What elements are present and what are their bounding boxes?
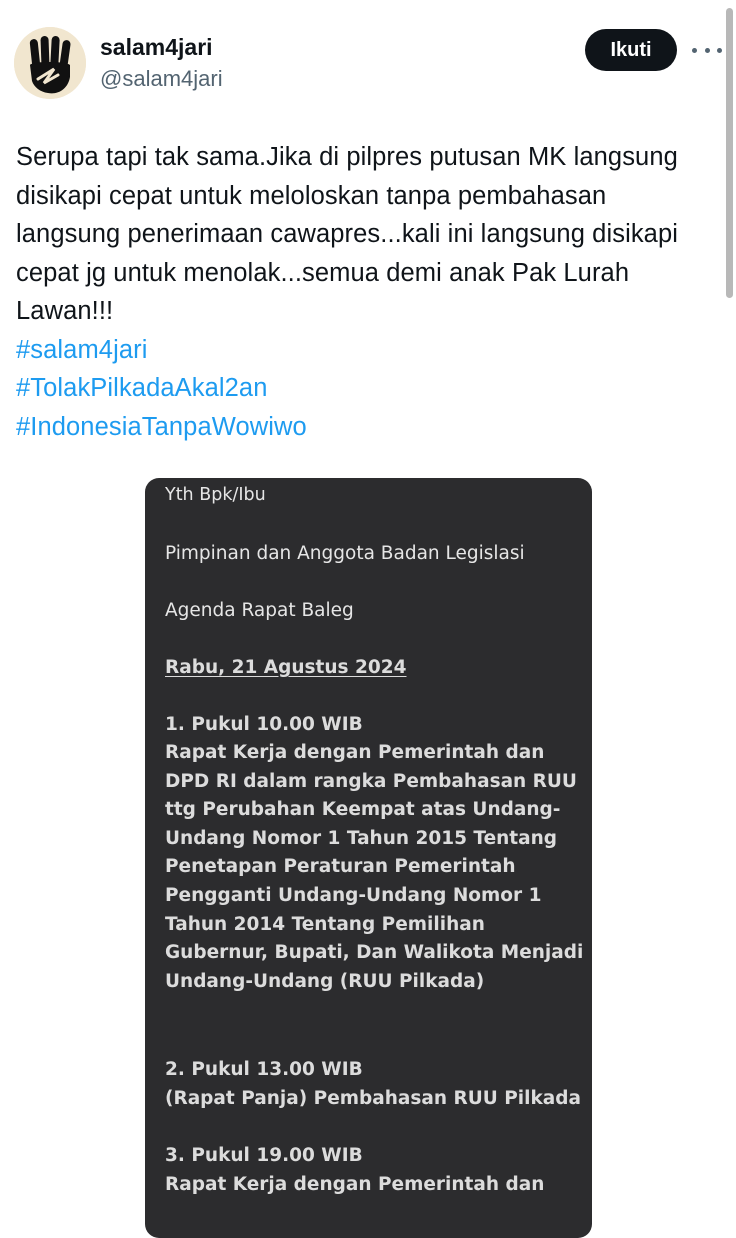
user-handle[interactable]: @salam4jari xyxy=(100,66,223,92)
tweet-line: Lawan!!! xyxy=(16,297,114,325)
avatar[interactable] xyxy=(14,27,86,99)
item1-line: Penetapan Peraturan Pemerintah xyxy=(165,856,516,878)
follow-button[interactable]: Ikuti xyxy=(585,29,677,71)
hashtag-link[interactable]: #salam4jari xyxy=(16,331,721,370)
item1-line: Pengganti Undang-Undang Nomor 1 xyxy=(165,884,542,906)
hashtag-link[interactable]: #IndonesiaTanpaWowiwo xyxy=(16,408,721,447)
attached-image[interactable]: Yth Bpk/Ibu Pimpinan dan Anggota Badan L… xyxy=(145,478,592,1238)
recipient-text: Pimpinan dan Anggota Badan Legislasi xyxy=(165,543,525,564)
item1-line: Tahun 2014 Tentang Pemilihan xyxy=(165,913,485,935)
more-options-icon[interactable] xyxy=(692,38,722,62)
tweet-line: disikapi cepat untuk meloloskan tanpa pe… xyxy=(16,181,607,210)
item2-description: (Rapat Panja) Pembahasan RUU Pilkada xyxy=(165,1088,581,1109)
four-finger-hand-icon xyxy=(14,27,86,99)
tweet-line: Serupa tapi tak sama.Jika di pilpres put… xyxy=(16,143,678,171)
hashtag-link[interactable]: #TolakPilkadaAkal2an xyxy=(16,369,721,408)
tweet-line: langsung penerimaan cawapres...kali ini … xyxy=(16,220,679,248)
tweet-text: Serupa tapi tak sama.Jika di pilpres put… xyxy=(16,138,721,446)
item1-line: Rapat Kerja dengan Pemerintah dan xyxy=(165,742,545,763)
item3-description: Rapat Kerja dengan Pemerintah dan xyxy=(165,1174,545,1195)
item3-time: 3. Pukul 19.00 WIB xyxy=(165,1145,363,1166)
item1-line: ttg Perubahan Keempat atas Undang- xyxy=(165,799,561,821)
agenda-title: Agenda Rapat Baleg xyxy=(165,600,354,621)
display-name[interactable]: salam4jari xyxy=(100,34,213,61)
item2-time: 2. Pukul 13.00 WIB xyxy=(165,1059,363,1080)
item1-time: 1. Pukul 10.00 WIB xyxy=(165,714,363,735)
item1-line: DPD RI dalam rangka Pembahasan RUU xyxy=(165,770,577,792)
greeting-text: Yth Bpk/Ibu xyxy=(165,485,266,505)
item1-description: Rapat Kerja dengan Pemerintah dan DPD RI… xyxy=(165,739,583,996)
tweet-header: salam4jari @salam4jari Ikuti xyxy=(0,0,736,110)
item1-line: Gubernur, Bupati, Dan Walikota Menjadi xyxy=(165,942,584,964)
agenda-date: Rabu, 21 Agustus 2024 xyxy=(165,657,407,678)
tweet-line: cepat jg untuk menolak...semua demi anak… xyxy=(16,258,630,287)
scrollbar[interactable] xyxy=(726,8,733,298)
item1-line: Undang Nomor 1 Tahun 2015 Tentang xyxy=(165,827,558,849)
item1-line: Undang-Undang (RUU Pilkada) xyxy=(165,970,485,992)
